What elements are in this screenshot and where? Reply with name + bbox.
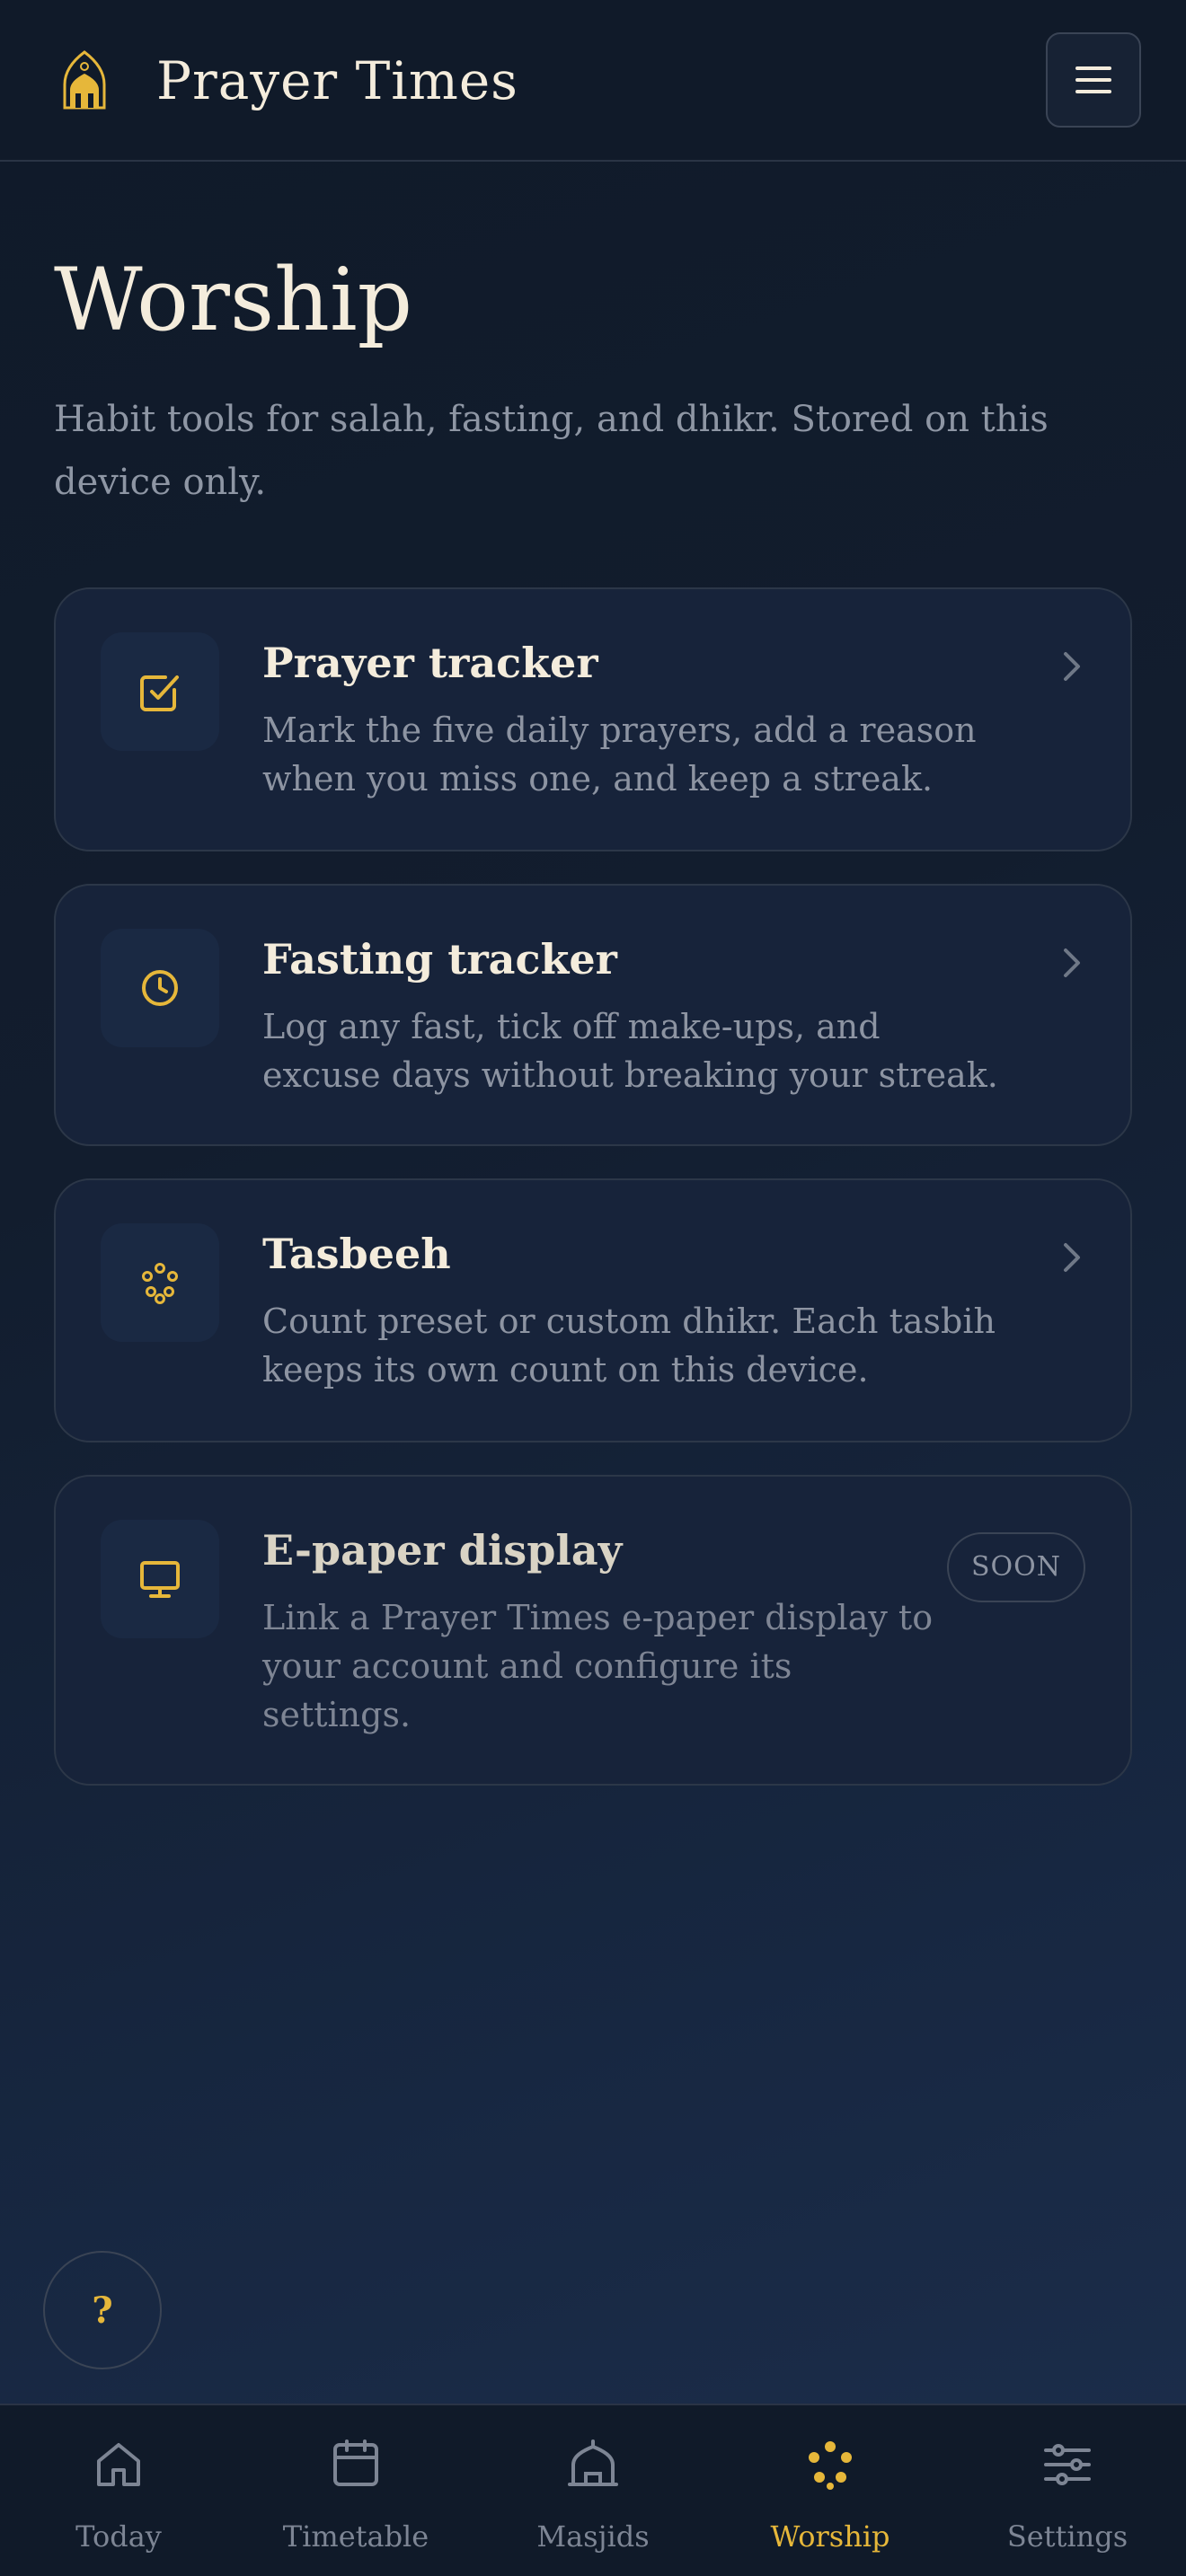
nav-item-settings[interactable]: Settings <box>949 2405 1186 2576</box>
app-title: Prayer Times <box>156 50 518 111</box>
card-description: Log any fast, tick off make-ups, and exc… <box>262 1007 998 1095</box>
menu-button[interactable] <box>1046 32 1141 128</box>
card-title: Prayer tracker <box>262 639 598 687</box>
nav-item-timetable[interactable]: Timetable <box>237 2405 474 2576</box>
chevron-right-icon <box>1064 948 1080 977</box>
clock-icon <box>142 970 178 1006</box>
nav-label: Today <box>75 2519 162 2554</box>
mosque-icon <box>58 49 111 110</box>
prayer-beads-icon <box>809 2441 852 2490</box>
nav-label: Timetable <box>282 2519 429 2554</box>
bottom-nav: Today Timetable Masjids Worship Settings <box>0 2404 1186 2576</box>
fasting-tracker-card[interactable]: Fasting tracker Log any fast, tick off m… <box>54 884 1132 1146</box>
nav-label: Settings <box>1006 2519 1128 2554</box>
page-title: Worship <box>54 250 413 350</box>
calendar-icon <box>333 2439 378 2486</box>
monitor-icon <box>140 1561 180 1598</box>
nav-item-today[interactable]: Today <box>0 2405 237 2576</box>
card-icon-container <box>101 1223 219 1342</box>
masjid-icon <box>568 2439 618 2486</box>
card-icon-container <box>101 1520 219 1638</box>
card-title: E-paper display <box>262 1526 623 1575</box>
card-title: Fasting tracker <box>262 935 617 984</box>
page-subtitle: Habit tools for salah, fasting, and dhik… <box>54 399 1049 503</box>
card-description: Link a Prayer Times e-paper display to y… <box>262 1598 934 1734</box>
epaper-display-card: E-paper display Link a Prayer Times e-pa… <box>54 1475 1132 1786</box>
nav-label: Worship <box>770 2519 890 2554</box>
chevron-right-icon <box>1064 1243 1080 1272</box>
nav-item-worship[interactable]: Worship <box>712 2405 949 2576</box>
prayer-beads-icon <box>142 1263 178 1304</box>
card-icon-container <box>101 929 219 1047</box>
card-description: Count preset or custom dhikr. Each tasbi… <box>262 1301 996 1389</box>
tasbeeh-card[interactable]: Tasbeeh Count preset or custom dhikr. Ea… <box>54 1178 1132 1442</box>
chevron-right-icon <box>1064 652 1080 681</box>
sliders-icon <box>1044 2444 1091 2485</box>
prayer-tracker-card[interactable]: Prayer tracker Mark the five daily praye… <box>54 587 1132 851</box>
help-button[interactable]: ? <box>43 2251 162 2369</box>
home-icon <box>97 2443 140 2486</box>
card-icon-container <box>101 632 219 751</box>
card-title: Tasbeeh <box>262 1230 451 1278</box>
app-header: Prayer Times <box>0 0 1186 162</box>
card-description: Mark the five daily prayers, add a reaso… <box>262 710 977 798</box>
hamburger-menu-icon <box>1075 66 1111 93</box>
checkbox-icon <box>140 675 179 711</box>
nav-item-masjids[interactable]: Masjids <box>474 2405 712 2576</box>
nav-label: Masjids <box>536 2519 650 2554</box>
soon-badge: SOON <box>947 1532 1085 1602</box>
